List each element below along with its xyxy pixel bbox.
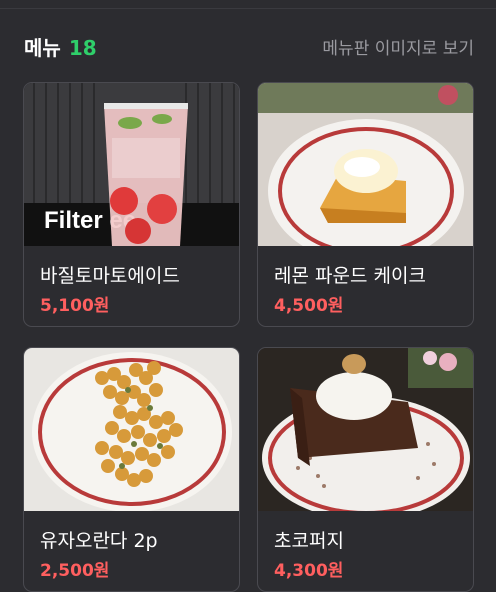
menu-count: 18	[68, 35, 97, 60]
menu-item-price: 4,500원	[274, 296, 344, 316]
view-menu-image-link[interactable]: 메뉴판 이미지로 보기	[322, 34, 474, 59]
menu-card[interactable]: Filter ee 바질토마토에이드 5,100원	[23, 82, 240, 327]
fudge-photo	[258, 348, 473, 511]
menu-card[interactable]: 레몬 파운드 케이크 4,500원	[257, 82, 474, 327]
menu-label: 메뉴	[24, 35, 61, 60]
menu-item-name: 유자오란다 2p	[40, 530, 158, 552]
top-divider	[0, 0, 496, 9]
menu-item-price: 2,500원	[40, 561, 110, 581]
snack-photo	[24, 348, 239, 511]
menu-item-name: 바질토마토에이드	[40, 265, 180, 287]
menu-header: 메뉴 18 메뉴판 이미지로 보기	[24, 30, 474, 62]
menu-card[interactable]: 유자오란다 2p 2,500원	[23, 347, 240, 592]
menu-item-name: 레몬 파운드 케이크	[274, 265, 426, 287]
menu-item-price: 4,300원	[274, 561, 344, 581]
menu-title: 메뉴 18	[24, 32, 97, 61]
menu-item-name: 초코퍼지	[274, 530, 344, 552]
menu-item-price: 5,100원	[40, 296, 110, 316]
menu-card[interactable]: 초코퍼지 4,300원	[257, 347, 474, 592]
drink-photo: Filter ee	[24, 83, 239, 246]
cake-photo	[258, 83, 473, 246]
